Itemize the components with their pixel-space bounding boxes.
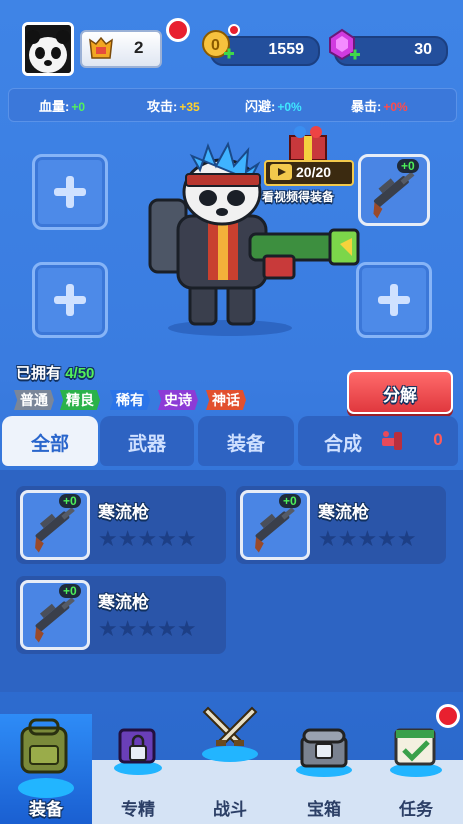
coin-value: 1559 (268, 41, 304, 58)
coin-notification-dot (228, 24, 240, 36)
tab-craft[interactable]: 合成 0 (298, 416, 458, 466)
player-avatar[interactable] (22, 22, 74, 76)
panda-hero-character (148, 141, 360, 336)
locked-chest-icon (296, 728, 352, 777)
item-stars: ★★★★★ (98, 526, 197, 551)
rarity-filter-fine[interactable]: 精良 (60, 390, 100, 410)
locked-book-icon (114, 728, 162, 775)
item-name: 寒流枪 (98, 503, 149, 522)
tab-weapons[interactable]: 武器 (100, 416, 194, 466)
item-stars: ★★★★★ (98, 616, 197, 641)
rarity-filter-rare[interactable]: 稀有 (110, 390, 150, 410)
nav-label: 战斗 (213, 800, 247, 819)
equip-slot-empty-2[interactable] (32, 262, 108, 338)
craft-count: 0 (433, 430, 443, 449)
nav-equipment[interactable]: 装备 (0, 714, 92, 824)
inventory-item-2[interactable]: +0 寒流枪 ★★★★★ (236, 486, 446, 564)
stats-bar: 血量: +0 攻击: +35 闪避: +0% 暴击: +0% (8, 88, 457, 122)
item-thumbnail: +0 (20, 490, 90, 560)
gem-value: 30 (414, 41, 432, 58)
equip-slot-empty-1[interactable] (32, 154, 108, 230)
nav-label: 装备 (29, 800, 63, 819)
nav-label: 专精 (121, 800, 155, 819)
crossed-swords-icon (202, 706, 258, 762)
craft-hammer-icon (382, 431, 402, 450)
inventory-item-3[interactable]: +0 寒流枪 ★★★★★ (16, 576, 226, 654)
item-level: +0 (59, 494, 81, 508)
owned-count-label: 已拥有 4/50 (16, 365, 95, 382)
task-calendar-icon (390, 728, 442, 777)
item-thumbnail: +0 (20, 580, 90, 650)
item-name: 寒流枪 (318, 503, 369, 522)
stat-attack: 攻击: +35 (147, 99, 200, 114)
rarity-filter-myth[interactable]: 神话 (206, 390, 246, 410)
nav-label: 任务 (399, 800, 433, 819)
nav-tasks[interactable]: 任务 (370, 728, 462, 824)
nav-battle[interactable]: 战斗 (184, 706, 276, 824)
item-level: +0 (59, 584, 81, 598)
item-level: +0 (279, 494, 301, 508)
rank-value: 2 (134, 38, 144, 57)
category-tabs: 全部 武器 装备 合成 0 (0, 416, 463, 470)
backpack-icon (20, 718, 68, 774)
svg-text:0: 0 (211, 37, 220, 54)
plus-icon (378, 284, 410, 316)
stat-hp: 血量: +0 (39, 99, 86, 114)
rank-badge[interactable]: 2 (80, 30, 162, 68)
stat-crit: 暴击: +0% (351, 99, 408, 114)
stat-dodge: 闪避: +0% (245, 99, 302, 114)
nav-label: 宝箱 (307, 800, 341, 819)
item-thumbnail: +0 (240, 490, 310, 560)
tab-all[interactable]: 全部 (2, 416, 98, 466)
decompose-button[interactable]: 分解 (347, 370, 453, 414)
plus-icon (54, 284, 86, 316)
rarity-filter-epic[interactable]: 史诗 (158, 390, 198, 410)
purple-gem-icon[interactable] (326, 28, 362, 64)
nav-chest[interactable]: 宝箱 (278, 728, 370, 824)
panda-avatar-icon (25, 25, 71, 73)
plus-icon (54, 176, 86, 208)
inventory-item-1[interactable]: +0 寒流枪 ★★★★★ (16, 486, 226, 564)
nav-mastery[interactable]: 专精 (92, 728, 184, 824)
weapon-level: +0 (397, 159, 419, 173)
item-stars: ★★★★★ (318, 526, 417, 551)
tasks-notification-dot (436, 704, 460, 728)
rarity-filter-common[interactable]: 普通 (14, 390, 54, 410)
item-name: 寒流枪 (98, 593, 149, 612)
tab-equipment[interactable]: 装备 (198, 416, 294, 466)
crown-badge-icon (89, 36, 113, 59)
notification-dot (166, 18, 190, 42)
